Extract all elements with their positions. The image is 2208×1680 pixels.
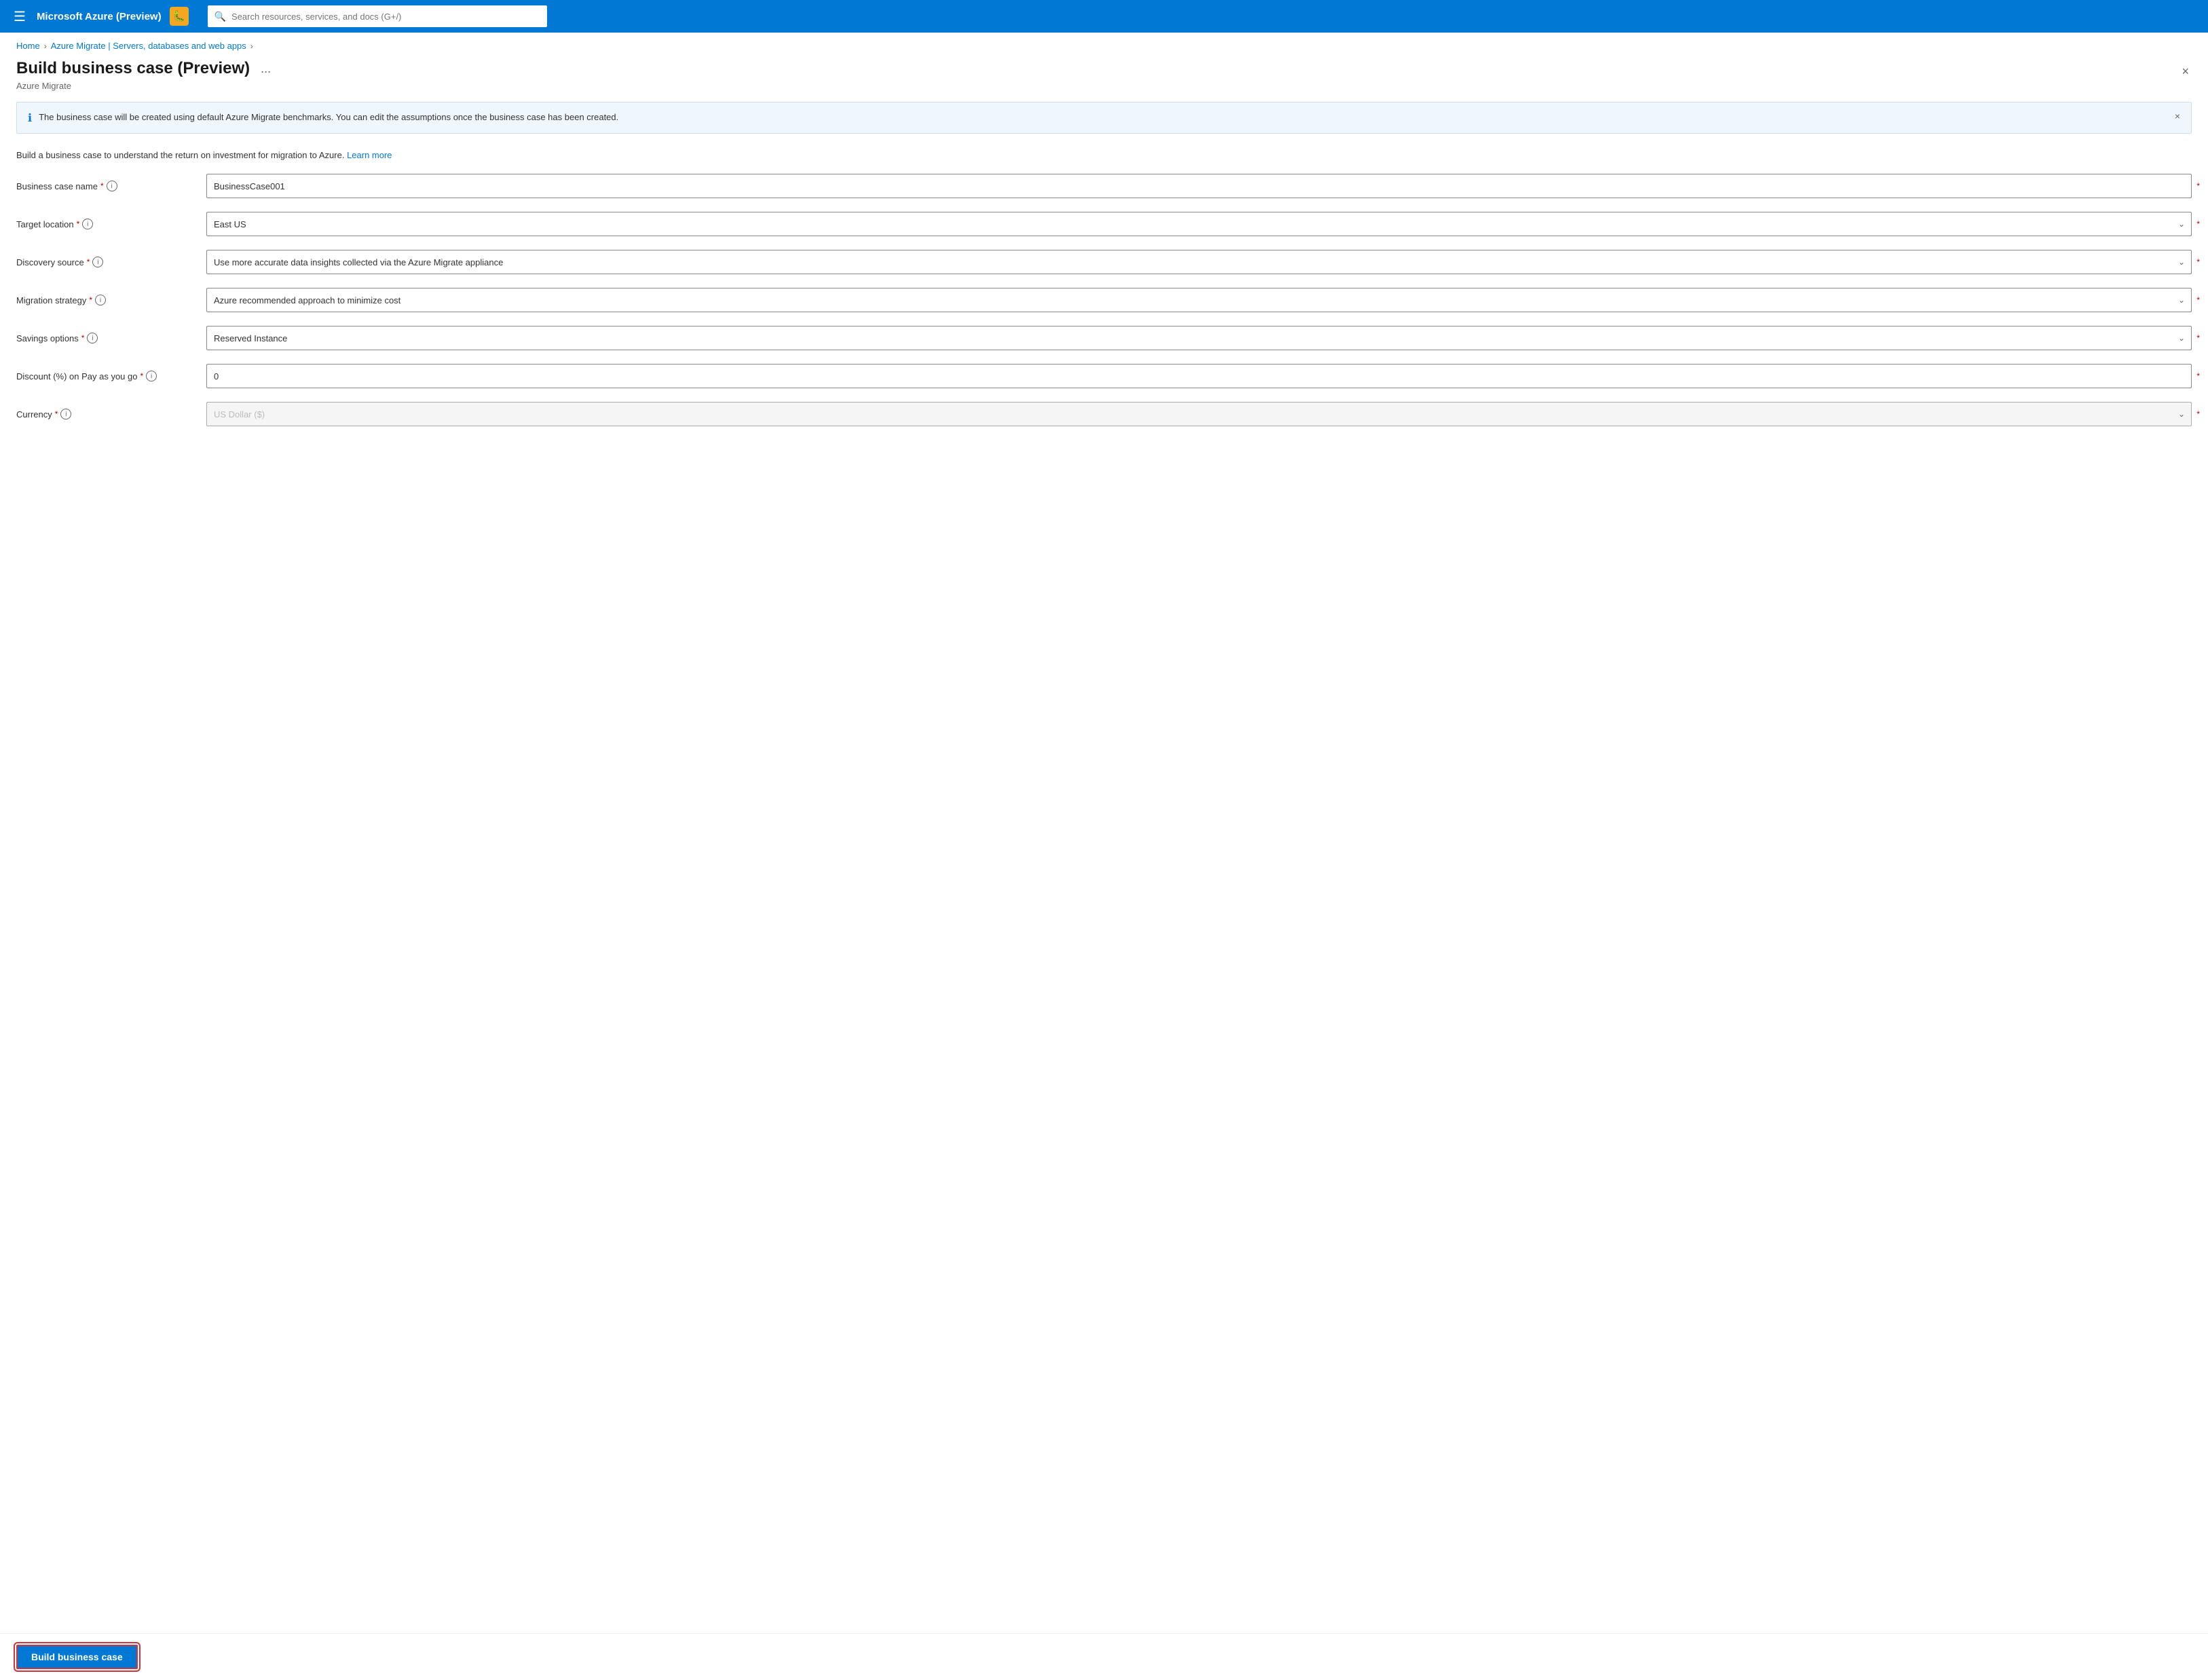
bug-icon: 🐛	[170, 7, 189, 26]
panel-title-section: Build business case (Preview) ... Azure …	[16, 59, 275, 91]
info-icon-currency[interactable]: i	[60, 409, 71, 419]
info-banner: ℹ The business case will be created usin…	[16, 102, 2192, 134]
description-line: Build a business case to understand the …	[0, 145, 2208, 174]
required-star-1: *	[100, 181, 104, 191]
bottom-bar: Build business case	[0, 1633, 2208, 1680]
label-discount: Discount (%) on Pay as you go * i	[16, 371, 206, 381]
field-wrapper-target-location: East US East US 2 West US West Europe ⌄ …	[206, 212, 2192, 236]
topbar: ☰ Microsoft Azure (Preview) 🐛 🔍	[0, 0, 2208, 33]
search-bar[interactable]: 🔍	[208, 5, 547, 27]
field-wrapper-discovery-source: Use more accurate data insights collecte…	[206, 250, 2192, 274]
field-wrapper-currency: US Dollar ($) Euro (€) British Pound (£)…	[206, 402, 2192, 426]
field-wrapper-savings-options: Reserved Instance None Azure Savings Pla…	[206, 326, 2192, 350]
panel-close-button[interactable]: ×	[2179, 62, 2192, 81]
discovery-source-select[interactable]: Use more accurate data insights collecte…	[206, 250, 2192, 274]
field-required-star-4: *	[2196, 295, 2200, 305]
field-wrapper-migration-strategy: Azure recommended approach to minimize c…	[206, 288, 2192, 312]
panel-title-row: Build business case (Preview) ...	[16, 59, 275, 78]
field-wrapper-discount: *	[206, 364, 2192, 388]
form-row-business-case-name: Business case name * i *	[16, 174, 2192, 198]
select-wrapper-target-location: East US East US 2 West US West Europe ⌄	[206, 212, 2192, 236]
business-case-name-input[interactable]	[206, 174, 2192, 198]
breadcrumb-sep-2: ›	[250, 41, 253, 51]
field-required-star-5: *	[2196, 333, 2200, 343]
select-wrapper-migration-strategy: Azure recommended approach to minimize c…	[206, 288, 2192, 312]
currency-select[interactable]: US Dollar ($) Euro (€) British Pound (£)	[206, 402, 2192, 426]
target-location-select[interactable]: East US East US 2 West US West Europe	[206, 212, 2192, 236]
select-wrapper-discovery-source: Use more accurate data insights collecte…	[206, 250, 2192, 274]
form-row-discount: Discount (%) on Pay as you go * i *	[16, 364, 2192, 388]
content-area: Home › Azure Migrate | Servers, database…	[0, 33, 2208, 1680]
info-icon-discount[interactable]: i	[146, 371, 157, 381]
form-row-discovery-source: Discovery source * i Use more accurate d…	[16, 250, 2192, 274]
panel-subtitle: Azure Migrate	[16, 81, 275, 91]
panel-ellipsis-button[interactable]: ...	[257, 60, 275, 77]
select-wrapper-savings-options: Reserved Instance None Azure Savings Pla…	[206, 326, 2192, 350]
info-banner-close-button[interactable]: ×	[2175, 111, 2180, 122]
form-row-currency: Currency * i US Dollar ($) Euro (€) Brit…	[16, 402, 2192, 426]
required-star-2: *	[77, 219, 80, 229]
search-icon: 🔍	[214, 11, 226, 22]
savings-options-select[interactable]: Reserved Instance None Azure Savings Pla…	[206, 326, 2192, 350]
breadcrumb-home[interactable]: Home	[16, 41, 40, 51]
label-savings-options: Savings options * i	[16, 333, 206, 343]
required-star-4: *	[89, 295, 92, 305]
learn-more-link[interactable]: Learn more	[347, 150, 392, 160]
app-title: Microsoft Azure (Preview)	[37, 11, 162, 22]
info-icon-target-location[interactable]: i	[82, 219, 93, 229]
search-input[interactable]	[231, 12, 540, 22]
info-banner-icon: ℹ	[28, 111, 32, 125]
field-required-star-1: *	[2196, 181, 2200, 191]
panel-header: Build business case (Preview) ... Azure …	[0, 56, 2208, 96]
field-required-star-6: *	[2196, 371, 2200, 381]
breadcrumb: Home › Azure Migrate | Servers, database…	[0, 33, 2208, 56]
field-required-star-7: *	[2196, 409, 2200, 419]
info-icon-savings-options[interactable]: i	[87, 333, 98, 343]
build-business-case-button[interactable]: Build business case	[16, 1645, 138, 1669]
label-business-case-name: Business case name * i	[16, 181, 206, 191]
required-star-6: *	[140, 371, 143, 381]
form-row-migration-strategy: Migration strategy * i Azure recommended…	[16, 288, 2192, 312]
breadcrumb-sep-1: ›	[44, 41, 47, 51]
label-migration-strategy: Migration strategy * i	[16, 295, 206, 305]
required-star-3: *	[87, 257, 90, 267]
hamburger-menu-button[interactable]: ☰	[11, 5, 29, 28]
required-star-7: *	[55, 409, 58, 419]
label-discovery-source: Discovery source * i	[16, 257, 206, 267]
field-required-star-3: *	[2196, 257, 2200, 267]
breadcrumb-parent[interactable]: Azure Migrate | Servers, databases and w…	[51, 41, 246, 51]
select-wrapper-currency: US Dollar ($) Euro (€) British Pound (£)…	[206, 402, 2192, 426]
required-star-5: *	[81, 333, 85, 343]
info-icon-discovery-source[interactable]: i	[92, 257, 103, 267]
discount-input[interactable]	[206, 364, 2192, 388]
form-container: Business case name * i * Target location…	[0, 174, 2208, 426]
info-icon-business-case-name[interactable]: i	[107, 181, 117, 191]
panel-title-text: Build business case (Preview)	[16, 59, 250, 78]
info-banner-text: The business case will be created using …	[39, 111, 2168, 124]
field-required-star-2: *	[2196, 219, 2200, 229]
label-target-location: Target location * i	[16, 219, 206, 229]
form-row-target-location: Target location * i East US East US 2 We…	[16, 212, 2192, 236]
field-wrapper-business-case-name: *	[206, 174, 2192, 198]
description-text: Build a business case to understand the …	[16, 150, 344, 160]
info-icon-migration-strategy[interactable]: i	[95, 295, 106, 305]
migration-strategy-select[interactable]: Azure recommended approach to minimize c…	[206, 288, 2192, 312]
label-currency: Currency * i	[16, 409, 206, 419]
form-row-savings-options: Savings options * i Reserved Instance No…	[16, 326, 2192, 350]
